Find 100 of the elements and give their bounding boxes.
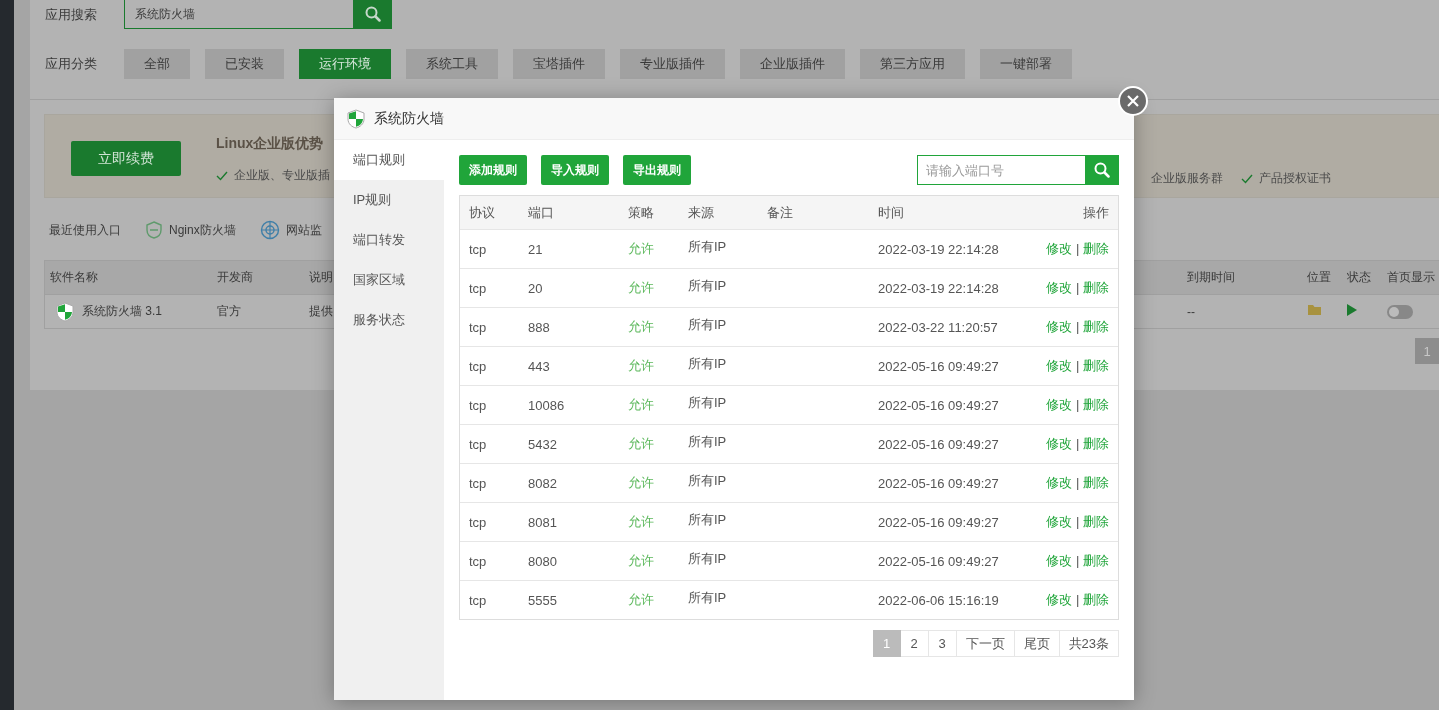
table-cell-text: 允许 [627, 318, 655, 336]
dialog-title: 系统防火墙 [374, 109, 444, 128]
separator-text: | [1075, 592, 1081, 607]
last-page-button[interactable]: 尾页 [1014, 630, 1060, 657]
table-cell-text: 所有IP [687, 355, 728, 373]
category-tab[interactable]: 企业版插件 [740, 49, 845, 79]
table-cell-text: tcp [468, 514, 488, 530]
action-link[interactable]: 删除 [1083, 592, 1109, 607]
table-cell-text: 2022-05-16 09:49:27 [877, 514, 1000, 530]
action-link[interactable]: 删除 [1083, 553, 1109, 568]
column-header: 时间 [877, 203, 905, 222]
next-page-button[interactable]: 下一页 [956, 630, 1015, 657]
action-link[interactable]: 删除 [1083, 397, 1109, 412]
action-link[interactable]: 删除 [1083, 319, 1109, 334]
column-header: 首页显示 [1387, 269, 1435, 286]
column-header: 操作 [1082, 203, 1110, 222]
action-link[interactable]: 删除 [1083, 358, 1109, 373]
shortcut-link[interactable]: 网站监 [285, 221, 322, 239]
table-cell-text: tcp [468, 397, 488, 413]
action-link[interactable]: 修改 [1046, 514, 1073, 529]
renew-button[interactable]: 立即续费 [71, 141, 181, 176]
port-search-field[interactable]: 请输入端口号 [917, 155, 1085, 185]
action-link[interactable]: 修改 [1046, 280, 1073, 295]
column-header: 开发商 [217, 269, 253, 286]
separator-text: | [1075, 553, 1081, 568]
column-header: 备注 [766, 203, 794, 222]
table-cell-text: 10086 [527, 397, 566, 413]
table-cell-text: 2022-05-16 09:49:27 [877, 358, 1000, 374]
action-link[interactable]: 修改 [1046, 319, 1073, 334]
table-cell-text: tcp [468, 436, 488, 452]
sidebar-item[interactable]: IP规则 [334, 180, 444, 220]
category-tab[interactable]: 第三方应用 [860, 49, 965, 79]
action-link[interactable]: 删除 [1083, 436, 1109, 451]
column-header: 位置 [1307, 269, 1331, 286]
sidebar-item[interactable]: 端口转发 [334, 220, 444, 260]
sidebar-item[interactable]: 服务状态 [334, 300, 444, 340]
action-link[interactable]: 修改 [1046, 241, 1073, 256]
category-tab[interactable]: 专业版插件 [620, 49, 725, 79]
table-cell-text: 443 [527, 358, 551, 374]
page-button[interactable]: 2 [900, 630, 929, 657]
page-button[interactable]: 1 [1415, 338, 1439, 364]
shield-icon [347, 108, 365, 129]
column-header: 到期时间 [1187, 269, 1235, 286]
category-tab[interactable]: 已安装 [205, 49, 284, 79]
search-button[interactable] [1085, 155, 1119, 185]
table-cell-text: 所有IP [687, 511, 728, 529]
action-button[interactable]: 添加规则 [459, 155, 527, 185]
action-link[interactable]: 删除 [1083, 514, 1109, 529]
table-cell-text: 5555 [527, 592, 558, 608]
sidebar-item[interactable]: 国家区域 [334, 260, 444, 300]
table-cell-text: 2022-05-16 09:49:27 [877, 553, 1000, 569]
action-link[interactable]: 删除 [1083, 280, 1109, 295]
folder-icon [1307, 304, 1323, 316]
search-icon [364, 6, 381, 22]
sidebar-item[interactable]: 端口规则 [334, 140, 444, 180]
table-cell-text: 所有IP [687, 394, 728, 412]
category-tab[interactable]: 全部 [124, 49, 190, 79]
table-cell-text: 允许 [627, 435, 655, 453]
category-tab[interactable]: 运行环境 [299, 49, 391, 79]
table-cell-text: 888 [527, 319, 551, 335]
toggle-switch[interactable] [1387, 304, 1413, 319]
separator-text: | [1075, 475, 1081, 490]
table-cell-text: 所有IP [687, 433, 728, 451]
action-link[interactable]: 修改 [1046, 397, 1073, 412]
check-icon [216, 170, 228, 181]
table-cell-text: 允许 [627, 396, 655, 414]
check-icon [1241, 173, 1253, 184]
category-tab[interactable]: 宝塔插件 [513, 49, 605, 79]
page-button[interactable]: 1 [872, 630, 901, 657]
section-label: 最近使用入口 [49, 221, 121, 239]
column-header: 说明 [309, 269, 333, 286]
total-count: 共23条 [1059, 630, 1119, 657]
table-cell-text: 允许 [627, 279, 655, 297]
action-link[interactable]: 删除 [1083, 475, 1109, 490]
table-cell-text: 允许 [627, 552, 655, 570]
column-header: 端口 [527, 203, 555, 222]
crosshair-icon [259, 220, 280, 240]
search-field[interactable]: 系统防火墙 [124, 0, 353, 29]
separator-text: | [1075, 436, 1081, 451]
action-button[interactable]: 导入规则 [541, 155, 609, 185]
banner-title: Linux企业版优势 [216, 135, 325, 153]
action-button[interactable]: 导出规则 [623, 155, 691, 185]
table-cell-text: 2022-03-19 22:14:28 [877, 241, 1000, 257]
category-tab[interactable]: 系统工具 [406, 49, 498, 79]
category-tab[interactable]: 一键部署 [980, 49, 1072, 79]
action-link[interactable]: 删除 [1083, 241, 1109, 256]
table-cell-text: tcp [468, 475, 488, 491]
table-cell-text: 允许 [627, 591, 655, 609]
action-link[interactable]: 修改 [1046, 553, 1073, 568]
action-link[interactable]: 修改 [1046, 592, 1073, 607]
search-button[interactable] [353, 0, 392, 29]
action-link[interactable]: 修改 [1046, 475, 1073, 490]
action-link[interactable]: 修改 [1046, 358, 1073, 373]
table-cell-text: 允许 [627, 513, 655, 531]
action-link[interactable]: 修改 [1046, 436, 1073, 451]
page-button[interactable]: 3 [928, 630, 957, 657]
shortcut-link[interactable]: Nginx防火墙 [169, 221, 236, 239]
table-cell-text: 所有IP [687, 277, 728, 295]
table-cell-text: tcp [468, 358, 488, 374]
table-cell-text: tcp [468, 241, 488, 257]
